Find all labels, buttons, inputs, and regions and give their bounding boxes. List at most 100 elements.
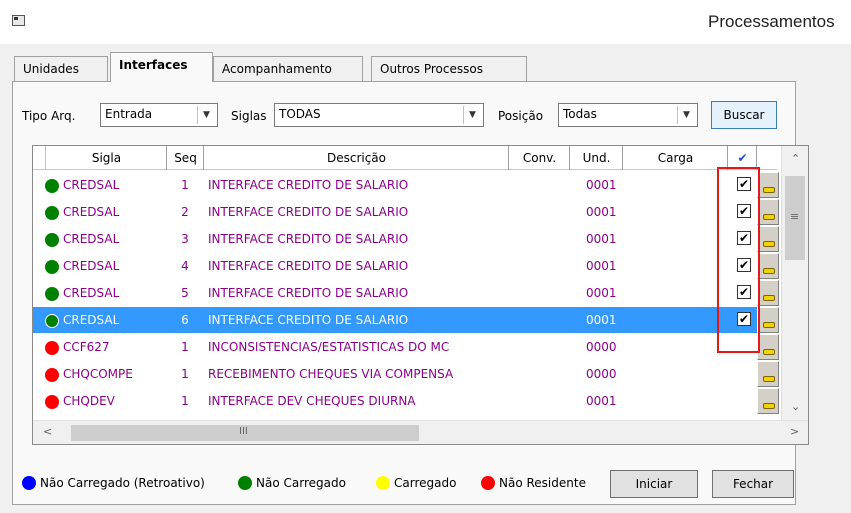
tab-interfaces[interactable]: Interfaces: [110, 52, 213, 82]
cell-und: 0001: [586, 259, 617, 273]
legend-label: Não Carregado (Retroativo): [40, 476, 205, 490]
status-dot-icon: [45, 287, 59, 301]
cell-seq: 2: [181, 205, 189, 219]
tipo-arq-label: Tipo Arq.: [22, 109, 76, 123]
header-indicator: [33, 146, 46, 170]
status-dot-icon: [45, 233, 59, 247]
cell-descricao: INTERFACE CREDITO DE SALARIO: [208, 259, 409, 273]
status-dot-icon: [45, 314, 59, 328]
header-sigla[interactable]: Sigla: [47, 146, 167, 170]
title-bar: Processamentos: [0, 0, 851, 44]
header-conv[interactable]: Conv.: [510, 146, 570, 170]
fechar-button[interactable]: Fechar: [712, 470, 794, 498]
header-descricao[interactable]: Descrição: [205, 146, 509, 170]
yellow-dot-icon: [376, 476, 390, 490]
legend-label: Não Carregado: [256, 476, 346, 490]
tipo-arq-select[interactable]: Entrada ▼: [100, 103, 218, 127]
cell-und: 0001: [586, 205, 617, 219]
horizontal-scrollbar[interactable]: < III >: [33, 420, 808, 444]
legend-item-retroativo: Não Carregado (Retroativo): [22, 476, 205, 490]
row-detail-button[interactable]: [757, 307, 779, 333]
table-row[interactable]: CREDSAL 6 INTERFACE CREDITO DE SALARIO 0001…: [33, 307, 779, 333]
cell-descricao: INTERFACE CREDITO DE SALARIO: [208, 205, 409, 219]
thumb-grip: ≡: [790, 210, 800, 223]
chevron-down-icon[interactable]: ▼: [197, 106, 215, 124]
status-dot-icon: [45, 368, 59, 382]
cell-descricao: INTERFACE CREDITO DE SALARIO: [208, 232, 409, 246]
chain-icon: [763, 403, 775, 409]
status-dot-icon: [45, 206, 59, 220]
chain-icon: [763, 322, 775, 328]
siglas-value: TODAS: [279, 107, 321, 121]
row-detail-button[interactable]: [757, 334, 779, 360]
status-dot-icon: [45, 395, 59, 409]
processamentos-window: Processamentos Unidades Interfaces Acomp…: [0, 0, 851, 513]
green-dot-icon: [238, 476, 252, 490]
table-row[interactable]: CCF627 1 INCONSISTENCIAS/ESTATISTICAS DO M…: [33, 334, 779, 360]
table-row[interactable]: CREDSAL 3 INTERFACE CREDITO DE SALARIO 0001…: [33, 226, 779, 252]
scroll-right-icon[interactable]: >: [790, 425, 799, 438]
tab-unidades[interactable]: Unidades: [14, 56, 108, 81]
cell-sigla: CREDSAL: [63, 205, 120, 219]
scroll-up-icon[interactable]: ⌃: [791, 152, 800, 165]
scroll-left-icon[interactable]: <: [43, 425, 52, 438]
siglas-select[interactable]: TODAS ▼: [274, 103, 484, 127]
row-detail-button[interactable]: [757, 280, 779, 306]
cell-sigla: CREDSAL: [63, 259, 120, 273]
iniciar-button[interactable]: Iniciar: [610, 470, 698, 498]
cell-sigla: CCF627: [63, 340, 110, 354]
row-detail-button[interactable]: [757, 226, 779, 252]
status-dot-icon: [45, 260, 59, 274]
header-seq[interactable]: Seq: [168, 146, 204, 170]
cell-sigla: CHQDEV: [63, 394, 115, 408]
posicao-select[interactable]: Todas ▼: [558, 103, 698, 127]
cell-sigla: CREDSAL: [63, 286, 120, 300]
row-detail-button[interactable]: [757, 253, 779, 279]
blue-dot-icon: [22, 476, 36, 490]
row-detail-button[interactable]: [757, 172, 779, 198]
cell-und: 0000: [586, 340, 617, 354]
header-und[interactable]: Und.: [571, 146, 623, 170]
interfaces-grid[interactable]: Sigla Seq Descrição Conv. Und. Carga ✔ C…: [32, 145, 809, 445]
horizontal-scroll-thumb[interactable]: III: [71, 425, 419, 441]
tab-acompanhamento[interactable]: Acompanhamento: [213, 56, 363, 81]
table-row[interactable]: CHQCOMPE 1 RECEBIMENTO CHEQUES VIA COMPENS…: [33, 361, 779, 387]
cell-descricao: INCONSISTENCIAS/ESTATISTICAS DO MC: [208, 340, 450, 354]
status-dot-icon: [45, 341, 59, 355]
legend-item-nao-residente: Não Residente: [481, 476, 586, 490]
vertical-scroll-thumb[interactable]: ≡: [785, 176, 805, 260]
thumb-grip: III: [239, 426, 248, 437]
cell-und: 0001: [586, 286, 617, 300]
cell-sigla: CREDSAL: [63, 178, 120, 192]
scroll-down-icon[interactable]: ⌄: [791, 400, 800, 413]
cell-descricao: INTERFACE CREDITO DE SALARIO: [208, 313, 409, 327]
table-row[interactable]: CHQDEV 1 INTERFACE DEV CHEQUES DIURNA 0001: [33, 388, 779, 414]
cell-seq: 4: [181, 259, 189, 273]
tab-acompanhamento-label: Acompanhamento: [222, 62, 332, 76]
tab-outros-processos-label: Outros Processos: [380, 62, 483, 76]
buscar-button[interactable]: Buscar: [711, 101, 777, 129]
vertical-scrollbar[interactable]: ⌃ ≡ ⌄: [781, 146, 808, 420]
chevron-down-icon[interactable]: ▼: [677, 106, 695, 124]
tab-outros-processos[interactable]: Outros Processos: [371, 56, 527, 81]
header-carga[interactable]: Carga: [624, 146, 728, 170]
table-row[interactable]: CREDSAL 5 INTERFACE CREDITO DE SALARIO 0001…: [33, 280, 779, 306]
table-row[interactable]: CREDSAL 4 INTERFACE CREDITO DE SALARIO 0001…: [33, 253, 779, 279]
cell-und: 0001: [586, 178, 617, 192]
chevron-down-icon[interactable]: ▼: [463, 106, 481, 124]
cell-und: 0001: [586, 313, 617, 327]
row-detail-button[interactable]: [757, 199, 779, 225]
cell-seq: 1: [181, 394, 189, 408]
row-detail-button[interactable]: [757, 361, 779, 387]
cell-seq: 1: [181, 178, 189, 192]
cell-seq: 6: [181, 313, 189, 327]
siglas-label: Siglas: [231, 109, 267, 123]
table-row[interactable]: CREDSAL 1 INTERFACE CREDITO DE SALARIO 0001…: [33, 172, 779, 198]
row-detail-button[interactable]: [757, 388, 779, 414]
app-icon: [12, 15, 25, 26]
table-row[interactable]: CREDSAL 2 INTERFACE CREDITO DE SALARIO 0001…: [33, 199, 779, 225]
cell-descricao: INTERFACE CREDITO DE SALARIO: [208, 286, 409, 300]
grid-header: Sigla Seq Descrição Conv. Und. Carga ✔: [33, 146, 777, 170]
legend-label: Não Residente: [499, 476, 586, 490]
cell-sigla: CHQCOMPE: [63, 367, 133, 381]
